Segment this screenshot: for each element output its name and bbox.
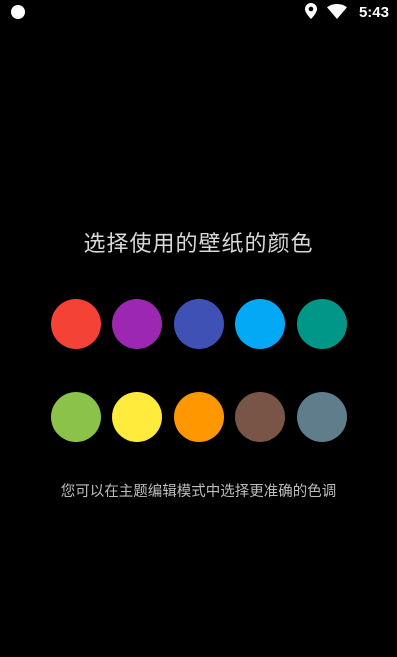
location-pin-icon: [304, 3, 317, 23]
color-swatch-row-1: [51, 299, 347, 349]
color-picker-screen: 5:43 选择使用的壁纸的颜色 您可以在主题编辑模式中选择更准确的色调: [0, 0, 397, 657]
color-swatch-yellow[interactable]: [112, 392, 162, 442]
color-swatch-brown[interactable]: [235, 392, 285, 442]
color-swatch-orange[interactable]: [174, 392, 224, 442]
color-swatch-row-2: [51, 392, 347, 442]
hint-text: 您可以在主题编辑模式中选择更准确的色调: [60, 484, 337, 500]
color-swatch-light-green[interactable]: [51, 392, 101, 442]
status-icons: 5:43: [304, 3, 389, 23]
color-swatch-blue-grey[interactable]: [297, 392, 347, 442]
color-swatch-purple[interactable]: [112, 299, 162, 349]
status-bar: 5:43: [0, 0, 397, 26]
page-title: 选择使用的壁纸的颜色: [83, 232, 314, 257]
color-swatch-light-blue[interactable]: [235, 299, 285, 349]
color-swatch-teal[interactable]: [297, 299, 347, 349]
notification-dot-icon: [11, 5, 25, 19]
status-time: 5:43: [358, 4, 389, 21]
color-swatch-red[interactable]: [51, 299, 101, 349]
wifi-icon: [326, 3, 347, 23]
color-swatch-indigo[interactable]: [174, 299, 224, 349]
